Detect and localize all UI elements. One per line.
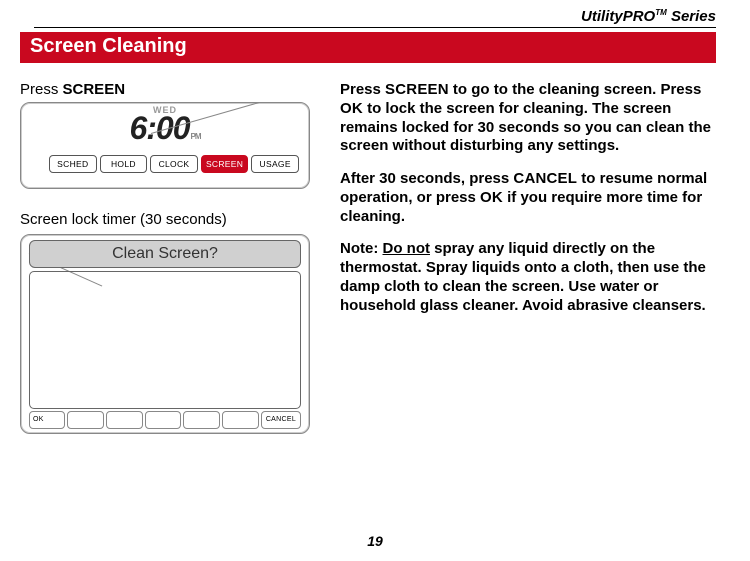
thermostat-panel-clean: Clean Screen? OK CANCEL bbox=[20, 234, 310, 434]
page-number: 19 bbox=[0, 533, 750, 549]
thermostat-button-row: SCHED HOLD CLOCK SCREEN USAGE bbox=[21, 155, 309, 179]
clean-screen-prompt: Clean Screen? bbox=[29, 240, 301, 268]
brand-name: UtilityPRO bbox=[581, 8, 655, 25]
thermostat-panel-time: WED 6:00PM SCHED HOLD CLOCK SCREEN USAGE bbox=[20, 102, 310, 189]
series-header: UtilityPROTM Series bbox=[0, 0, 750, 27]
lock-timer-label: Screen lock timer (30 seconds) bbox=[20, 211, 310, 228]
note-warning: Do not bbox=[383, 240, 430, 257]
instruction-paragraph-1: Press SCREEN to go to the cleaning scree… bbox=[340, 81, 716, 156]
screen-button[interactable]: SCREEN bbox=[201, 155, 249, 173]
inner-frame bbox=[29, 271, 301, 409]
clock-button[interactable]: CLOCK bbox=[150, 155, 198, 173]
ok-button[interactable]: OK bbox=[29, 411, 65, 429]
left-column: Press SCREEN WED 6:00PM SCHED HOLD CLOCK… bbox=[20, 81, 310, 434]
bottom-button-row: OK CANCEL bbox=[29, 411, 301, 429]
brand-series: Series bbox=[667, 8, 716, 25]
right-column: Press SCREEN to go to the cleaning scree… bbox=[340, 81, 716, 434]
blank-button[interactable] bbox=[106, 411, 143, 429]
blank-button[interactable] bbox=[222, 411, 259, 429]
blank-button[interactable] bbox=[183, 411, 220, 429]
time-display-area: WED 6:00PM bbox=[21, 103, 309, 155]
blank-button[interactable] bbox=[67, 411, 104, 429]
cancel-button[interactable]: CANCEL bbox=[261, 411, 301, 429]
usage-button[interactable]: USAGE bbox=[251, 155, 299, 173]
brand-tm: TM bbox=[655, 8, 667, 17]
sched-button[interactable]: SCHED bbox=[49, 155, 97, 173]
instruction-paragraph-2: After 30 seconds, press CANCEL to resume… bbox=[340, 170, 716, 226]
note-paragraph: Note: Do not spray any liquid directly o… bbox=[340, 240, 716, 315]
section-title: Screen Cleaning bbox=[20, 32, 716, 63]
header-rule bbox=[34, 27, 716, 28]
note-label: Note: bbox=[340, 240, 378, 257]
ampm-label: PM bbox=[191, 132, 201, 141]
press-screen-label: Press SCREEN bbox=[20, 81, 310, 98]
content-area: Press SCREEN WED 6:00PM SCHED HOLD CLOCK… bbox=[0, 81, 750, 434]
hold-button[interactable]: HOLD bbox=[100, 155, 148, 173]
blank-button[interactable] bbox=[145, 411, 182, 429]
